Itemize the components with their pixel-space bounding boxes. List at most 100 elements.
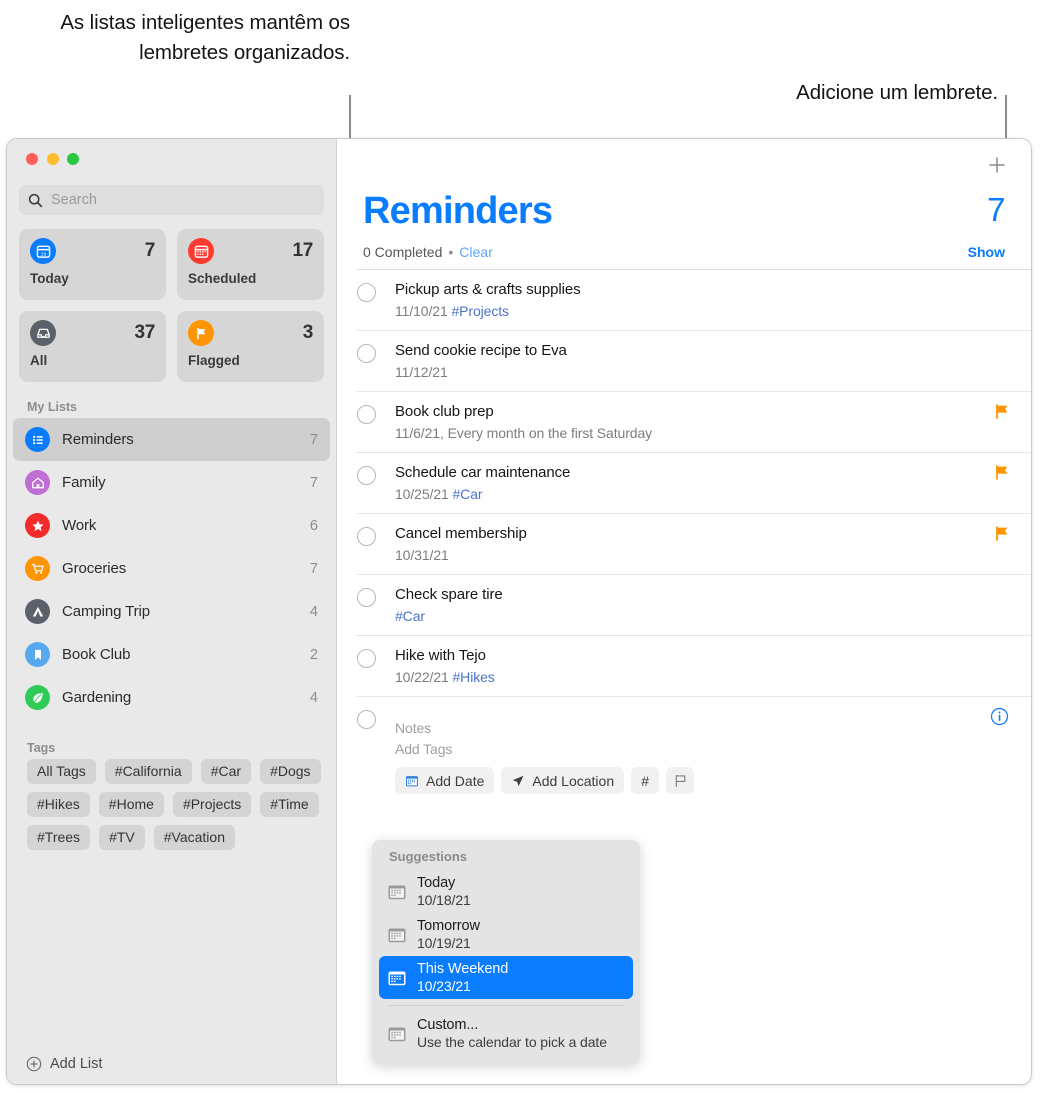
suggestion-name: This Weekend [417,961,509,977]
reminder-title: Pickup arts & crafts supplies [395,281,581,298]
complete-checkbox[interactable] [357,283,376,302]
suggestion-custom[interactable]: Custom... Use the calendar to pick a dat… [379,1012,633,1055]
sidebar-item-work[interactable]: Work 6 [13,504,330,547]
sidebar-item-label: Work [62,517,97,534]
reminder-date: 10/22/21 [395,669,449,685]
sidebar-item-camping-trip[interactable]: Camping Trip 4 [13,590,330,633]
table-row[interactable]: Check spare tire #Car [357,574,1031,635]
add-tags-field[interactable]: Add Tags [395,741,1031,757]
search-container: Search [19,185,324,215]
my-lists-container: Reminders 7 Family 7 Work 6 Groceries 7 … [13,418,330,719]
smart-list-all[interactable]: 37 All [19,311,166,382]
suggestion-today[interactable]: Today 10/18/21 [379,870,633,913]
table-row[interactable]: Cancel membership 10/31/21 [357,513,1031,574]
tag-chip[interactable]: #Home [98,792,164,817]
list-bullet-icon [25,427,50,452]
maximize-window-button[interactable] [67,153,79,165]
reminder-subtitle: 10/31/21 [395,547,991,563]
add-list-button[interactable]: Add List [7,1044,336,1084]
table-row[interactable]: Send cookie recipe to Eva 11/12/21 [357,330,1031,391]
sidebar-item-reminders[interactable]: Reminders 7 [13,418,330,461]
tag-chip[interactable]: #California [104,759,192,784]
table-row[interactable]: Hike with Tejo 10/22/21 #Hikes [357,635,1031,696]
new-reminder-editor[interactable]: Notes Add Tags Add Date Add Location # [357,696,1031,806]
tag-chip[interactable]: #TV [99,825,145,850]
tag-chip[interactable]: #Hikes [27,792,90,817]
complete-checkbox[interactable] [357,344,376,363]
search-input[interactable]: Search [19,185,324,215]
show-completed-button[interactable]: Show [968,244,1005,260]
table-row[interactable]: Schedule car maintenance 10/25/21 #Car [357,452,1031,513]
smart-list-count: 7 [144,240,156,261]
sidebar-item-label: Groceries [62,560,127,577]
complete-checkbox[interactable] [357,649,376,668]
table-row[interactable]: Pickup arts & crafts supplies 11/10/21 #… [357,269,1031,330]
reminder-tag[interactable]: #Projects [451,303,509,319]
sidebar-item-book-club[interactable]: Book Club 2 [13,633,330,676]
window-traffic-lights [7,139,336,165]
reminder-total-count: 7 [987,191,1005,228]
sidebar-item-label: Camping Trip [62,603,151,620]
reminder-date: 11/6/21, [395,425,444,441]
tag-chip[interactable]: #Vacation [153,825,235,850]
tag-chip[interactable]: #Projects [172,792,252,817]
tag-chip[interactable]: #Car [200,759,252,784]
reminder-tag[interactable]: #Car [453,486,483,502]
tag-chip[interactable]: #Trees [27,825,91,850]
sidebar-item-groceries[interactable]: Groceries 7 [13,547,330,590]
tags-container: All Tags #California #Car #Dogs #Hikes #… [17,759,326,850]
add-tag-button[interactable]: # [631,767,660,794]
reminder-body: Hike with Tejo 10/22/21 #Hikes [395,647,1031,685]
info-button[interactable] [990,707,1009,731]
suggestion-text: This Weekend 10/23/21 [417,961,508,994]
suggestion-name: Today [417,875,456,891]
smart-lists-grid: 19 7 Today 17 Scheduled 37 All 3 Flagged [19,229,324,382]
reminder-tag[interactable]: #Hikes [453,669,495,685]
complete-checkbox[interactable] [357,588,376,607]
minimize-window-button[interactable] [46,153,59,165]
suggestion-date: 10/19/21 [417,935,471,951]
close-window-button[interactable] [26,153,38,165]
reminder-body: Pickup arts & crafts supplies 11/10/21 #… [395,281,1031,319]
add-date-button[interactable]: Add Date [395,767,495,794]
tag-chip[interactable]: #Dogs [260,759,321,784]
reminder-title: Cancel membership [395,525,527,542]
reminder-tag[interactable]: #Car [395,608,425,624]
table-row[interactable]: Book club prep 11/6/21, Every month on t… [357,391,1031,452]
add-location-button[interactable]: Add Location [501,767,625,794]
suggestions-title: Suggestions [389,849,468,864]
add-date-label: Add Date [426,772,485,789]
sidebar-item-gardening[interactable]: Gardening 4 [13,676,330,719]
calendar-icon [188,238,214,264]
suggestion-this-weekend[interactable]: This Weekend 10/23/21 [379,956,633,999]
my-lists-section-title: My Lists [27,400,78,414]
flag-icon [995,465,1009,485]
reminder-date: 10/31/21 [395,547,449,563]
clear-completed-button[interactable]: Clear [459,244,492,260]
tag-chip[interactable]: All Tags [27,759,96,784]
search-icon [28,193,43,207]
sidebar-item-family[interactable]: Family 7 [13,461,330,504]
suggestion-tomorrow[interactable]: Tomorrow 10/19/21 [379,913,633,956]
smart-list-flagged[interactable]: 3 Flagged [177,311,324,382]
smart-list-scheduled[interactable]: 17 Scheduled [177,229,324,300]
complete-checkbox[interactable] [357,405,376,424]
complete-checkbox[interactable] [357,527,376,546]
add-list-label: Add List [50,1056,103,1072]
complete-checkbox[interactable] [357,466,376,485]
complete-checkbox[interactable] [357,710,376,729]
flag-icon [995,526,1009,546]
reminder-body: Send cookie recipe to Eva 11/12/21 [395,342,1031,380]
sidebar-item-count: 4 [309,689,318,706]
reminder-title: Send cookie recipe to Eva [395,342,567,359]
sidebar-item-count: 7 [309,431,318,448]
reminder-body: Book club prep 11/6/21, Every month on t… [395,403,1031,441]
flag-toggle-button[interactable] [666,767,695,794]
page-title: Reminders [363,190,553,232]
tag-chip[interactable]: #Time [260,792,319,817]
suggestion-name: Custom... [417,1017,479,1033]
smart-list-today[interactable]: 19 7 Today [19,229,166,300]
notes-field[interactable]: Notes [395,720,1031,736]
completed-row: 0 Completed • Clear Show [363,244,1005,269]
smart-list-label: Today [30,271,69,286]
